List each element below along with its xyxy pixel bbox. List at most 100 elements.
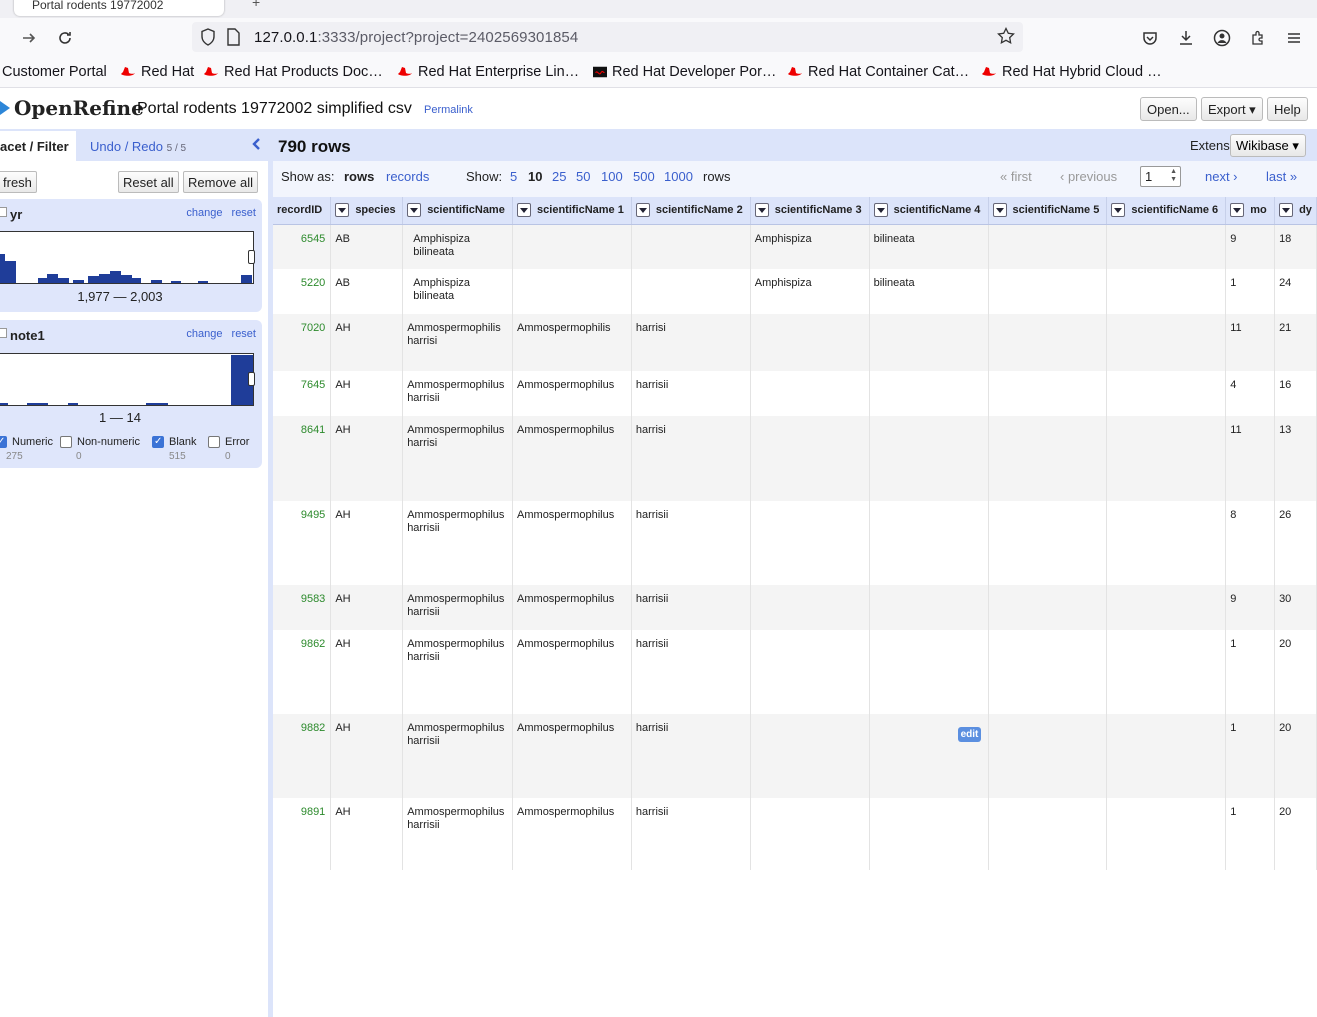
table-cell[interactable]: 9 <box>1225 224 1276 269</box>
next-page-link[interactable]: next › <box>1205 169 1238 184</box>
table-cell[interactable]: 9862 <box>273 630 332 714</box>
table-cell[interactable]: harrisii <box>631 501 751 585</box>
table-cell[interactable]: Amphispiza bilineata <box>402 224 514 269</box>
show-rows-option[interactable]: rows <box>344 169 374 184</box>
tab-facet-filter[interactable]: acet / Filter <box>0 131 76 163</box>
table-cell[interactable]: AH <box>330 630 404 714</box>
table-cell[interactable]: bilineata <box>869 269 989 314</box>
table-row[interactable]: 9862 AH Ammospermophilus harrisii Ammosperm… <box>273 630 1317 714</box>
extensions-icon[interactable] <box>1246 26 1270 50</box>
table-cell[interactable]: 1 <box>1225 630 1276 714</box>
table-cell[interactable]: harrisii <box>631 798 751 870</box>
openrefine-logo[interactable]: OpenRefine <box>0 96 144 120</box>
table-cell[interactable]: 26 <box>1274 501 1317 585</box>
table-cell[interactable]: 13 <box>1274 416 1317 501</box>
numeric-checkbox[interactable]: Numeric <box>0 436 53 448</box>
table-cell[interactable] <box>869 314 989 371</box>
table-cell[interactable]: 9 <box>1225 585 1276 630</box>
table-cell[interactable] <box>988 371 1108 416</box>
column-menu-icon[interactable] <box>992 203 1007 218</box>
page-number-input[interactable]: 1 ▲ ▼ <box>1140 166 1181 187</box>
forward-icon[interactable] <box>17 26 41 50</box>
facet-collapse-icon[interactable] <box>0 207 7 217</box>
table-cell[interactable] <box>1106 630 1227 714</box>
table-cell[interactable] <box>750 501 870 585</box>
table-cell[interactable] <box>750 630 870 714</box>
table-row[interactable]: 9882 AH Ammospermophilus harrisii Ammosperm… <box>273 714 1317 798</box>
table-row[interactable]: 9495 AH Ammospermophilus harrisii Ammosperm… <box>273 501 1317 585</box>
column-menu-icon[interactable] <box>873 203 888 218</box>
facet-collapse-icon[interactable] <box>0 328 7 338</box>
column-menu-icon[interactable] <box>754 203 769 218</box>
permalink-link[interactable]: Permalink <box>424 104 473 116</box>
table-cell[interactable] <box>1106 314 1227 371</box>
table-cell[interactable] <box>869 630 989 714</box>
table-cell[interactable] <box>869 371 989 416</box>
table-cell[interactable] <box>869 501 989 585</box>
page-size-500[interactable]: 500 <box>633 169 655 184</box>
account-icon[interactable] <box>1210 26 1234 50</box>
table-row[interactable]: 6545 AB Amphispiza bilineata Amphispiza bili… <box>273 224 1317 269</box>
table-cell[interactable]: Amphispiza bilineata <box>402 269 514 314</box>
table-cell[interactable]: edit <box>869 714 989 798</box>
table-cell[interactable] <box>869 585 989 630</box>
table-cell[interactable]: 30 <box>1274 585 1317 630</box>
remove-all-button[interactable]: Remove all <box>183 171 259 193</box>
column-menu-icon[interactable] <box>407 203 422 218</box>
table-cell[interactable]: AH <box>330 416 404 501</box>
checkbox-icon[interactable] <box>208 436 220 448</box>
table-cell[interactable]: 18 <box>1274 224 1317 269</box>
table-cell[interactable] <box>1106 269 1227 314</box>
page-size-10[interactable]: 10 <box>528 169 542 184</box>
table-cell[interactable]: 1 <box>1225 269 1276 314</box>
tab-undo-redo[interactable]: Undo / Redo 5 / 5 <box>90 139 186 154</box>
table-cell[interactable]: 8 <box>1225 501 1276 585</box>
column-header-dy[interactable]: dy <box>1274 197 1317 225</box>
table-cell[interactable]: harrisi <box>631 314 751 371</box>
table-cell[interactable]: Ammospermophilus <box>512 585 632 630</box>
table-cell[interactable]: harrisii <box>631 630 751 714</box>
histogram-yr[interactable] <box>0 231 255 284</box>
column-header-mo[interactable]: mo <box>1225 197 1276 225</box>
table-cell[interactable] <box>988 224 1108 269</box>
table-cell[interactable]: harrisii <box>631 585 751 630</box>
table-cell[interactable]: 9583 <box>273 585 332 630</box>
table-cell[interactable]: AH <box>330 501 404 585</box>
spinner-icon[interactable]: ▲ ▼ <box>1170 168 1177 184</box>
page-size-100[interactable]: 100 <box>601 169 623 184</box>
table-cell[interactable] <box>988 585 1108 630</box>
table-cell[interactable]: 6545 <box>273 224 332 269</box>
bookmark-item[interactable]: Red Hat Products Doc… <box>203 64 383 80</box>
error-checkbox[interactable]: Error <box>208 436 249 448</box>
url-bar[interactable]: 127.0.0.1:3333/project?project=240256930… <box>192 22 1023 52</box>
column-header-scientificname-3[interactable]: scientificName 3 <box>750 197 870 225</box>
table-cell[interactable]: Ammospermophilus harrisii <box>402 798 514 870</box>
table-cell[interactable]: 20 <box>1274 630 1317 714</box>
checkbox-checked-icon[interactable] <box>0 436 7 448</box>
checkbox-checked-icon[interactable] <box>152 436 164 448</box>
page-size-1000[interactable]: 1000 <box>664 169 693 184</box>
table-row[interactable]: 9583 AH Ammospermophilus harrisii Ammosperm… <box>273 585 1317 630</box>
reset-all-button[interactable]: Reset all <box>118 171 179 193</box>
histogram-right-handle[interactable] <box>248 372 255 386</box>
bookmark-item[interactable]: Customer Portal <box>2 64 107 80</box>
table-cell[interactable]: Ammospermophilus <box>512 371 632 416</box>
table-cell[interactable] <box>750 585 870 630</box>
table-cell[interactable]: 9495 <box>273 501 332 585</box>
column-header-recordid[interactable]: recordID <box>273 197 332 225</box>
table-cell[interactable]: Ammospermophilus harrisii <box>402 585 514 630</box>
table-cell[interactable]: Ammospermophilus <box>512 798 632 870</box>
table-cell[interactable] <box>988 630 1108 714</box>
table-cell[interactable] <box>631 224 751 269</box>
page-size-50[interactable]: 50 <box>576 169 590 184</box>
table-cell[interactable]: 7020 <box>273 314 332 371</box>
table-cell[interactable]: Ammospermophilus <box>512 714 632 798</box>
table-cell[interactable] <box>750 416 870 501</box>
menu-icon[interactable] <box>1282 26 1306 50</box>
table-cell[interactable]: 20 <box>1274 798 1317 870</box>
column-menu-icon[interactable] <box>1111 203 1126 218</box>
table-cell[interactable] <box>631 269 751 314</box>
table-cell[interactable] <box>512 269 632 314</box>
pocket-icon[interactable] <box>1138 26 1162 50</box>
table-cell[interactable] <box>869 798 989 870</box>
